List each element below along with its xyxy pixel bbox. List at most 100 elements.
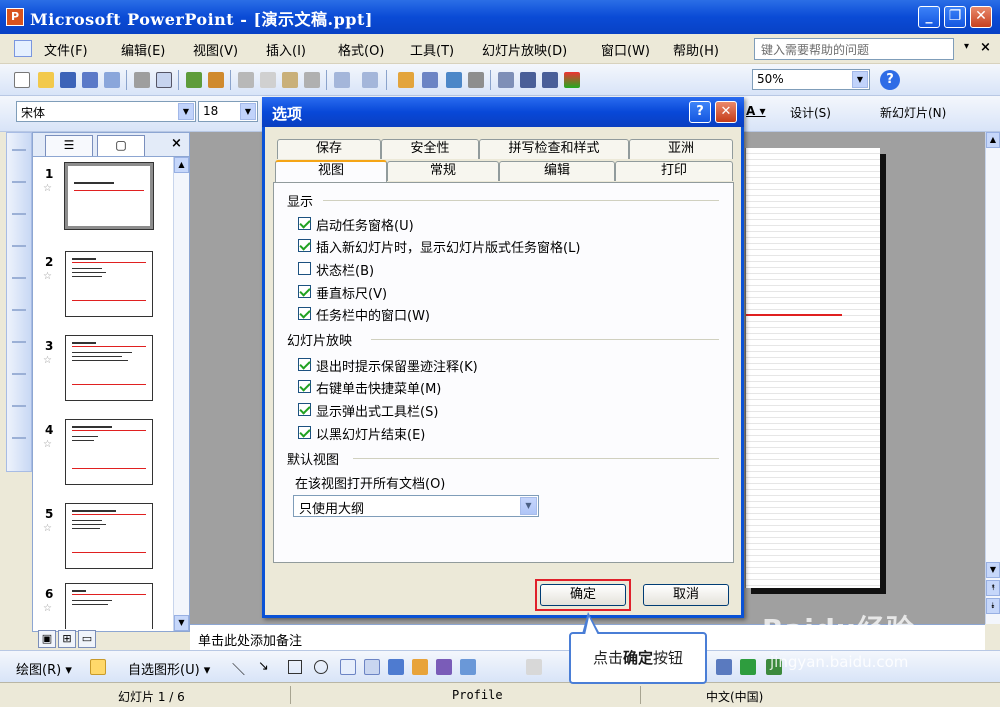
collapse-icon[interactable] [12,277,26,287]
promote-icon[interactable] [12,149,26,159]
pane-close-icon[interactable]: × [171,136,182,151]
insert-hyperlink-icon[interactable] [468,72,484,88]
insert-table-icon[interactable] [422,72,438,88]
tab-view[interactable]: 视图 [275,160,387,182]
powerpoint-icon[interactable]: P [6,8,24,26]
show-formatting-icon[interactable] [520,72,536,88]
tab-slides[interactable]: ▢ [97,135,145,156]
undo-icon[interactable] [334,72,350,88]
shadow-icon[interactable] [740,659,756,675]
slide-thumbnail[interactable] [65,583,153,629]
slide-thumbnail-row[interactable]: 4 ☆ [33,419,173,499]
main-scroll-up-icon[interactable]: ▲ [986,132,1000,148]
slide-thumbnail-row[interactable]: 3 ☆ [33,335,173,415]
checkbox-box[interactable] [298,403,311,416]
design-button[interactable]: 设计(S) [790,104,831,121]
zoom-dropdown-icon[interactable]: ▼ [852,71,868,88]
slide-thumbnail-row[interactable]: 2 ☆ [33,251,173,331]
tab-asian[interactable]: 亚洲 [629,139,733,159]
menu-view[interactable]: 视图(V) [193,40,238,59]
align-icon[interactable] [716,659,732,675]
zoom-select[interactable]: 50% ▼ [752,69,870,90]
print-icon[interactable] [134,72,150,88]
tables-borders-icon[interactable] [446,72,462,88]
restore-button[interactable]: ❐ [944,6,966,28]
menu-format[interactable]: 格式(O) [338,40,384,59]
slide-sorter-view-icon[interactable]: ⊞ [58,630,76,648]
summary-slide-icon[interactable] [12,405,26,415]
slide-thumbnail[interactable] [65,503,153,569]
cut-icon[interactable] [238,72,254,88]
menu-insert[interactable]: 插入(I) [266,40,306,59]
color-grayscale-icon[interactable] [564,72,580,88]
tab-print[interactable]: 打印 [615,161,733,181]
font-size-dropdown-icon[interactable]: ▼ [240,103,256,120]
slides-pane-scrollbar[interactable]: ▲ ▼ [173,157,189,631]
show-grid-icon[interactable] [542,72,558,88]
open-icon[interactable] [38,72,54,88]
slide-thumbnail-row[interactable]: 1 ☆ [33,162,173,243]
menu-tools[interactable]: 工具(T) [410,40,454,59]
print-preview-icon[interactable] [156,72,172,88]
select-objects-icon[interactable] [90,659,106,675]
help-dropdown-icon[interactable]: ▾ [964,41,969,52]
tab-spelling-style[interactable]: 拼写检查和样式 [479,139,629,159]
paste-icon[interactable] [282,72,298,88]
move-down-icon[interactable] [12,245,26,255]
slide-thumbnail[interactable] [64,162,154,230]
autoshapes-button[interactable]: 自选图形(U) ▾ [128,659,210,678]
collapse-all-icon[interactable] [12,341,26,351]
scroll-down-icon[interactable]: ▼ [174,615,189,631]
draw-menu-button[interactable]: 绘图(R) ▾ [16,659,72,678]
menu-file[interactable]: 文件(F) [44,40,88,59]
arrow-icon[interactable]: ↘ [258,659,269,674]
normal-view-icon[interactable]: ▣ [38,630,56,648]
diagram-icon[interactable] [412,659,428,675]
checkbox-box[interactable] [298,217,311,230]
ok-button[interactable]: 确定 [540,584,626,606]
next-slide-icon[interactable]: ⯯ [986,598,1000,614]
line-icon[interactable]: ＼ [232,659,245,678]
previous-slide-icon[interactable]: ⯭ [986,580,1000,596]
checkbox-box[interactable] [298,426,311,439]
default-view-select[interactable]: 只使用大纲 ▼ [293,495,539,517]
copy-icon[interactable] [260,72,276,88]
checkbox-box[interactable] [298,358,311,371]
menu-slideshow[interactable]: 幻灯片放映(D) [482,40,567,59]
checkbox-box[interactable] [298,239,311,252]
slide-thumbnail-row[interactable]: 5 ☆ [33,503,173,583]
research-icon[interactable] [208,72,224,88]
slide-thumbnail[interactable] [65,251,153,317]
menu-edit[interactable]: 编辑(E) [121,40,165,59]
slideshow-view-icon[interactable]: ▭ [78,630,96,648]
help-search-input[interactable]: 键入需要帮助的问题 [754,38,954,60]
tab-edit[interactable]: 编辑 [499,161,615,181]
checkbox-box[interactable] [298,380,311,393]
show-formatting-side-icon[interactable] [12,437,26,447]
tab-save[interactable]: 保存 [277,139,381,159]
demote-icon[interactable] [12,181,26,191]
vertical-textbox-icon[interactable] [364,659,380,675]
textbox-icon[interactable] [340,659,356,675]
move-up-icon[interactable] [12,213,26,223]
help-icon[interactable]: ? [880,70,900,90]
slide-thumbnail-row[interactable]: 6 ☆ [33,583,173,629]
permission-icon[interactable] [82,72,98,88]
new-icon[interactable] [14,72,30,88]
close-button[interactable]: ✕ [970,6,992,28]
fill-color-icon[interactable] [526,659,542,675]
wordart-icon[interactable] [388,659,404,675]
main-vertical-scrollbar[interactable]: ▲ ▼ ⯭ ⯯ [985,132,1000,624]
font-dropdown-icon[interactable]: ▼ [178,103,194,120]
checkbox-box[interactable] [298,285,311,298]
oval-icon[interactable] [314,660,328,674]
font-size-select[interactable]: 18 ▼ [198,101,258,122]
redo-icon[interactable] [362,72,378,88]
dialog-help-button[interactable]: ? [689,101,711,123]
expand-all-side-icon[interactable] [12,373,26,383]
picture-icon[interactable] [460,659,476,675]
tab-security[interactable]: 安全性 [381,139,479,159]
insert-chart-icon[interactable] [398,72,414,88]
menu-help[interactable]: 帮助(H) [673,40,719,59]
format-painter-icon[interactable] [304,72,320,88]
